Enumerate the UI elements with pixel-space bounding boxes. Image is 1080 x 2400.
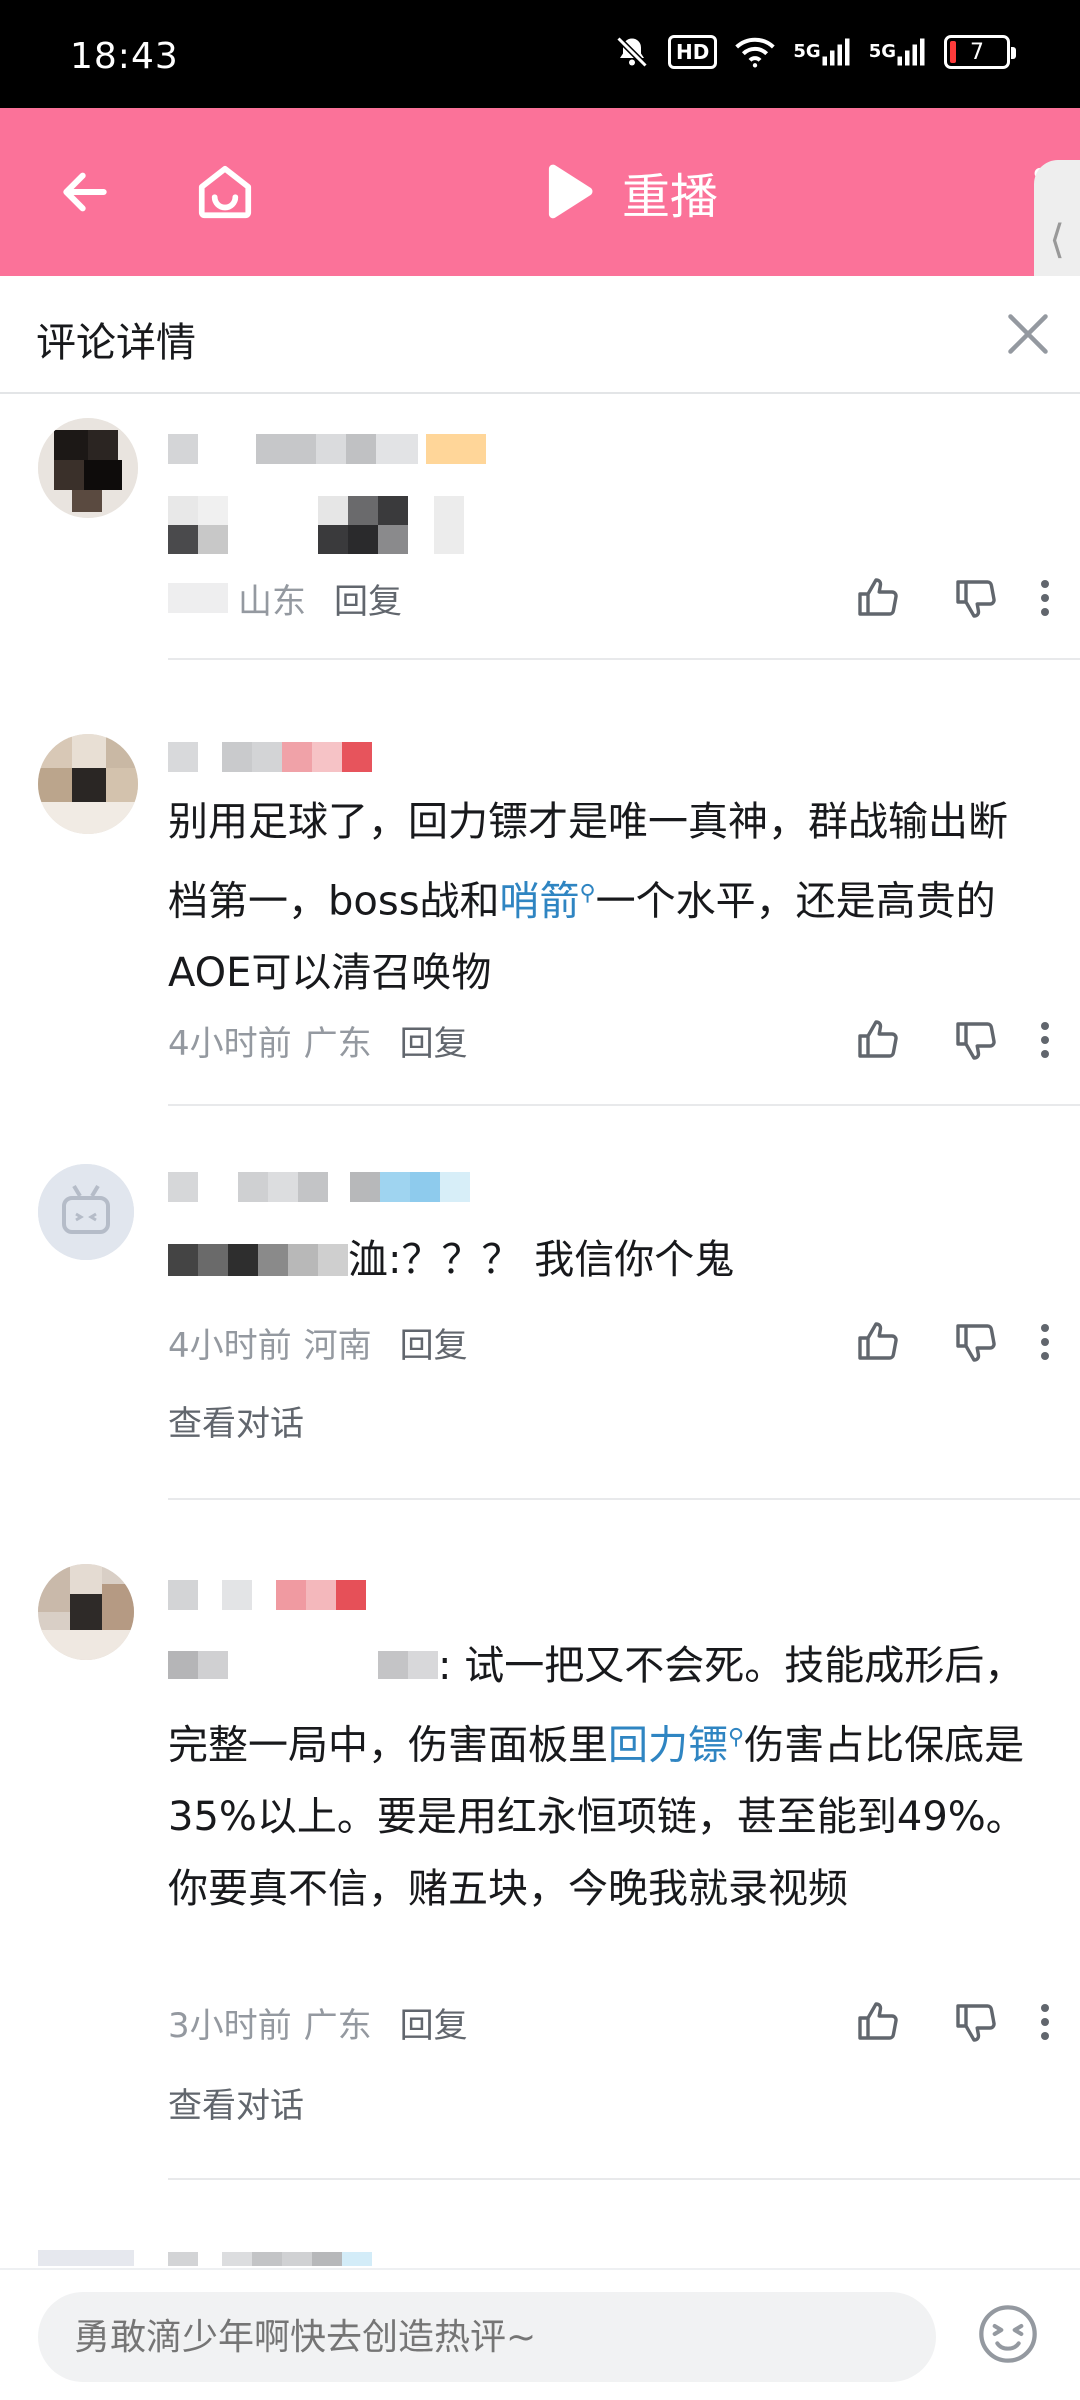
dislike-icon[interactable] — [952, 1998, 1000, 2046]
network-type-label: 5G — [793, 41, 821, 62]
comment-footer: 4小时前 河南 回复 — [168, 1312, 1080, 1372]
dislike-icon[interactable] — [952, 574, 1000, 622]
close-button[interactable] — [998, 304, 1058, 364]
reply-button[interactable]: 回复 — [400, 1318, 468, 1367]
level-badge — [426, 434, 486, 464]
timestamp-blurred — [168, 583, 228, 613]
comment-time: 4小时前 — [168, 1023, 292, 1064]
comment-item: 洫:？？？ 我信你个鬼 4小时前 河南 回复 查看对话 — [0, 1140, 1080, 1500]
replay-button[interactable]: 重播 — [540, 108, 718, 276]
keyword-link[interactable]: 回力镖 — [608, 1722, 728, 1768]
comment-more-icon[interactable] — [1030, 1318, 1060, 1366]
divider — [168, 658, 1080, 660]
close-icon — [1008, 314, 1048, 354]
avatar[interactable] — [38, 418, 138, 518]
divider — [168, 2178, 1080, 2180]
battery-icon: 7 — [944, 35, 1016, 69]
home-icon — [198, 165, 252, 219]
comment-input-bar — [0, 2268, 1080, 2400]
comment-input-container[interactable] — [38, 2292, 936, 2382]
comment-more-icon[interactable] — [1030, 1998, 1060, 2046]
mention-blurred — [168, 1244, 198, 1276]
comment-location: 山东 — [238, 581, 306, 622]
comment-text-blurred — [168, 496, 464, 554]
search-icon: ⚲ — [728, 1725, 745, 1750]
comment-more-icon[interactable] — [1030, 574, 1060, 622]
panel-title: 评论详情 — [36, 320, 196, 366]
comment-body: 别用足球了，回力镖才是唯一真神，群战输出断档第一，boss战和哨箭⚲一个水平，还… — [168, 786, 1040, 1009]
like-icon[interactable] — [854, 1016, 902, 1064]
username-blurred — [168, 2252, 372, 2266]
divider — [168, 1498, 1080, 1500]
avatar[interactable] — [38, 1164, 134, 1260]
signal-icon-1: 5G — [793, 37, 850, 67]
comment-text: 洫:？？？ 我信你个鬼 — [348, 1237, 735, 1283]
mention-blurred — [168, 1651, 198, 1679]
comment-time: 3小时前 — [168, 2005, 292, 2046]
mute-bell-icon — [614, 34, 650, 70]
dislike-icon[interactable] — [952, 1318, 1000, 1366]
comment-item: 别用足球了，回力镖才是唯一真神，群战输出断档第一，boss战和哨箭⚲一个水平，还… — [0, 700, 1080, 1106]
status-icons: HD 5G 5G 7 — [614, 34, 1016, 70]
back-arrow-icon — [63, 172, 107, 212]
comment-item-partial — [0, 2200, 1080, 2266]
username-blurred — [168, 742, 372, 772]
like-icon[interactable] — [854, 1318, 902, 1366]
comment-input[interactable] — [38, 2292, 936, 2382]
play-icon — [548, 164, 593, 219]
chevron-left-icon: ⟨ — [1049, 217, 1065, 263]
avatar[interactable] — [38, 734, 138, 834]
divider — [168, 1104, 1080, 1106]
network-type-label: 5G — [868, 41, 896, 62]
comment-location: 广东 — [303, 1023, 372, 1064]
comment-detail-header: 评论详情 — [0, 276, 1080, 394]
reply-button[interactable]: 回复 — [400, 1998, 468, 2047]
avatar[interactable] — [38, 1564, 134, 1660]
emoji-icon[interactable] — [976, 2302, 1040, 2366]
search-icon: ⚲ — [579, 881, 596, 906]
comment-location: 河南 — [303, 1325, 372, 1366]
view-conversation-link[interactable]: 查看对话 — [168, 2078, 304, 2127]
comment-footer: 3小时前 广东 回复 — [168, 1992, 1080, 2052]
comment-footer: 4小时前 广东 回复 — [168, 1010, 1080, 1070]
avatar[interactable] — [38, 2250, 134, 2266]
hd-voice-icon: HD — [668, 35, 718, 69]
like-icon[interactable] — [854, 1998, 902, 2046]
username-blurred — [168, 434, 486, 464]
view-conversation-link[interactable]: 查看对话 — [168, 1396, 304, 1445]
comment-more-icon[interactable] — [1030, 1016, 1060, 1064]
like-icon[interactable] — [854, 574, 902, 622]
keyword-link[interactable]: 哨箭 — [500, 878, 580, 924]
username-blurred — [168, 1172, 470, 1202]
comment-body: : 试一把又不会死。技能成形后，完整一局中，伤害面板里回力镖⚲伤害占比保底是35… — [168, 1630, 1040, 1925]
wifi-icon — [735, 36, 776, 68]
comment-time: 4小时前 — [168, 1325, 292, 1366]
back-button[interactable] — [40, 108, 130, 276]
battery-level: 7 — [970, 39, 984, 65]
battery-fill — [950, 41, 956, 63]
status-time: 18:43 — [70, 36, 179, 77]
comment-item: 山东 回复 — [0, 396, 1080, 660]
comment-item: : 试一把又不会死。技能成形后，完整一局中，伤害面板里回力镖⚲伤害占比保底是35… — [0, 1540, 1080, 2180]
comment-location: 广东 — [303, 2005, 372, 2046]
reply-button[interactable]: 回复 — [334, 574, 402, 623]
top-bar: 重播 — [0, 108, 1080, 276]
home-button[interactable] — [180, 108, 270, 276]
username-blurred — [168, 1580, 366, 1610]
replay-label: 重播 — [622, 169, 719, 225]
dislike-icon[interactable] — [952, 1016, 1000, 1064]
signal-icon-2: 5G — [869, 37, 926, 67]
comment-body: 洫:？？？ 我信你个鬼 — [168, 1224, 1040, 1296]
status-bar: 18:43 HD 5G 5G 7 — [0, 0, 1080, 108]
comment-footer: 山东 回复 — [168, 568, 1080, 628]
reply-button[interactable]: 回复 — [400, 1016, 468, 1065]
